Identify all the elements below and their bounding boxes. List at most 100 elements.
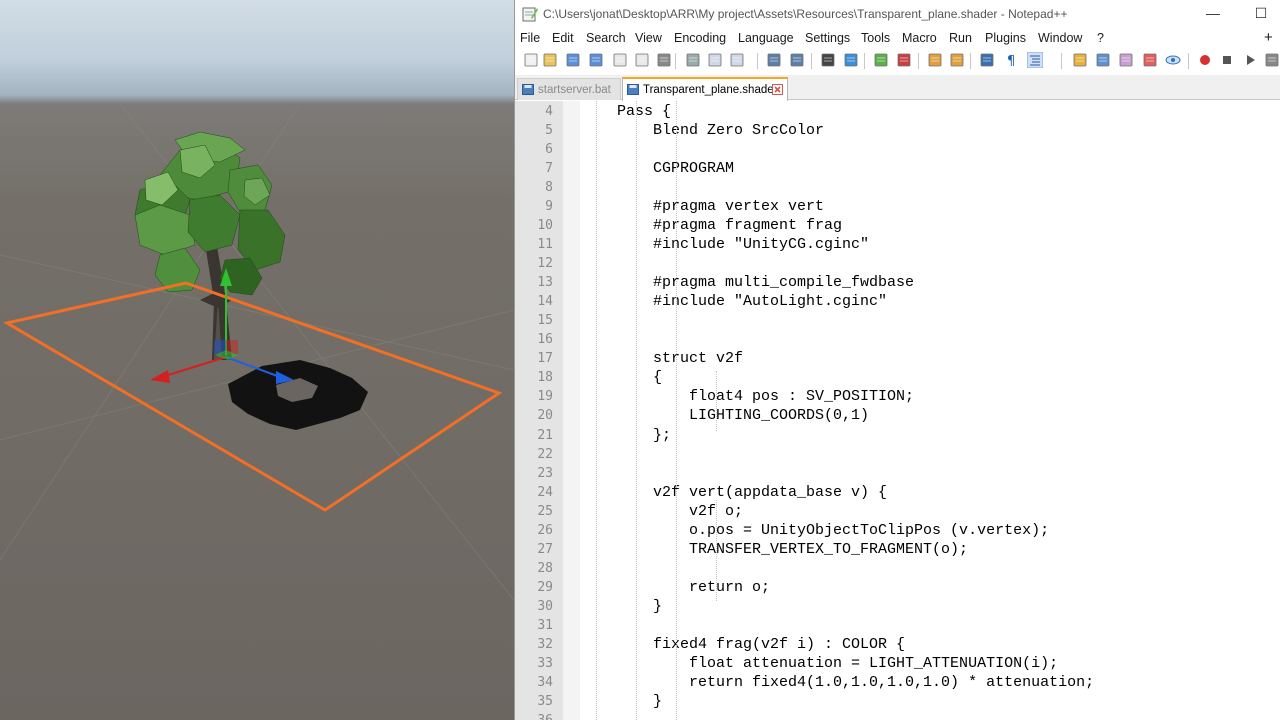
svg-text:¶: ¶ bbox=[1007, 54, 1015, 68]
code-line[interactable]: } bbox=[581, 693, 662, 710]
line-number: 13 bbox=[537, 275, 553, 291]
code-line[interactable]: #pragma multi_compile_fwdbase bbox=[581, 274, 914, 291]
code-line[interactable]: Blend Zero SrcColor bbox=[581, 122, 824, 139]
title-bar[interactable]: C:\Users\jonat\Desktop\ARR\My project\As… bbox=[515, 0, 1280, 30]
copy-icon[interactable] bbox=[707, 52, 723, 68]
code-line[interactable]: } bbox=[581, 598, 662, 615]
minimize-button[interactable]: — bbox=[1198, 4, 1228, 24]
menu-bar: File Edit Search View Encoding Language … bbox=[515, 29, 1280, 49]
close-icon[interactable] bbox=[612, 52, 628, 68]
show-all-chars-icon[interactable]: ¶ bbox=[1003, 52, 1019, 69]
line-number: 23 bbox=[537, 465, 553, 481]
new-file-icon[interactable] bbox=[523, 52, 539, 68]
menu-search[interactable]: Search bbox=[586, 31, 626, 45]
tree-model[interactable] bbox=[134, 131, 286, 360]
menu-macro[interactable]: Macro bbox=[902, 31, 937, 45]
close-tab-icon[interactable] bbox=[772, 84, 783, 95]
code-line[interactable]: return fixed4(1.0,1.0,1.0,1.0) * attenua… bbox=[581, 674, 1094, 691]
code-line[interactable]: #pragma vertex vert bbox=[581, 198, 824, 215]
redo-icon[interactable] bbox=[789, 52, 805, 68]
line-number: 15 bbox=[537, 313, 553, 329]
fold-margin[interactable] bbox=[563, 101, 580, 720]
add-tab-button[interactable]: + bbox=[1264, 29, 1273, 46]
doc-map-icon[interactable] bbox=[1095, 52, 1111, 68]
code-line[interactable]: #include "UnityCG.cginc" bbox=[581, 236, 869, 253]
menu-help[interactable]: ? bbox=[1097, 31, 1104, 45]
menu-run[interactable]: Run bbox=[949, 31, 972, 45]
scene-canvas[interactable] bbox=[0, 0, 514, 720]
code-line[interactable]: #include "AutoLight.cginc" bbox=[581, 293, 887, 310]
line-number: 19 bbox=[537, 389, 553, 405]
code-line[interactable]: { bbox=[581, 369, 662, 386]
code-line[interactable]: }; bbox=[581, 427, 671, 444]
tab-startserver[interactable]: startserver.bat bbox=[517, 78, 621, 100]
print-icon[interactable] bbox=[656, 52, 672, 68]
toolbar-separator bbox=[918, 53, 919, 69]
line-number: 20 bbox=[537, 408, 553, 424]
menu-window[interactable]: Window bbox=[1038, 31, 1082, 45]
gizmo-x-arrow-icon[interactable] bbox=[150, 370, 170, 383]
code-line[interactable]: Pass { bbox=[581, 103, 671, 120]
word-wrap-icon[interactable] bbox=[979, 52, 995, 68]
stop-macro-icon[interactable] bbox=[1219, 52, 1235, 68]
zoom-out-icon[interactable] bbox=[896, 52, 912, 68]
save-all-icon[interactable] bbox=[588, 52, 604, 68]
toolbar-separator bbox=[811, 53, 812, 69]
code-line[interactable]: LIGHTING_COORDS(0,1) bbox=[581, 407, 869, 424]
zoom-in-icon[interactable] bbox=[873, 52, 889, 68]
code-line[interactable]: #pragma fragment frag bbox=[581, 217, 842, 234]
menu-edit[interactable]: Edit bbox=[552, 31, 574, 45]
undo-icon[interactable] bbox=[766, 52, 782, 68]
line-number: 25 bbox=[537, 503, 553, 519]
maximize-button[interactable]: ☐ bbox=[1246, 4, 1276, 24]
toolbar-separator bbox=[970, 53, 971, 69]
close-all-icon[interactable] bbox=[634, 52, 650, 68]
code-line[interactable]: fixed4 frag(v2f i) : COLOR { bbox=[581, 636, 905, 653]
menu-language[interactable]: Language bbox=[738, 31, 794, 45]
code-line[interactable]: v2f vert(appdata_base v) { bbox=[581, 484, 887, 501]
sync-vertical-icon[interactable] bbox=[927, 52, 943, 68]
menu-view[interactable]: View bbox=[635, 31, 662, 45]
line-number: 11 bbox=[537, 237, 553, 253]
code-line[interactable]: float4 pos : SV_POSITION; bbox=[581, 388, 914, 405]
code-area[interactable]: Pass { Blend Zero SrcColor CGPROGRAM #pr… bbox=[581, 101, 1280, 720]
tree-shadow bbox=[228, 360, 368, 430]
folder-workspace-icon[interactable] bbox=[1142, 52, 1158, 68]
indent-guide-icon[interactable] bbox=[1026, 51, 1044, 69]
code-line[interactable]: TRANSFER_VERTEX_TO_FRAGMENT(o); bbox=[581, 541, 968, 558]
monitoring-icon[interactable] bbox=[1165, 52, 1181, 68]
notepadpp-window[interactable]: C:\Users\jonat\Desktop\ARR\My project\As… bbox=[514, 0, 1280, 720]
udl-icon[interactable] bbox=[1072, 52, 1088, 68]
find-icon[interactable] bbox=[820, 52, 836, 68]
code-line[interactable]: v2f o; bbox=[581, 503, 743, 520]
menu-plugins[interactable]: Plugins bbox=[985, 31, 1026, 45]
record-macro-icon[interactable] bbox=[1197, 52, 1213, 68]
paste-icon[interactable] bbox=[729, 52, 745, 68]
menu-tools[interactable]: Tools bbox=[861, 31, 890, 45]
open-file-icon[interactable] bbox=[542, 52, 558, 68]
code-line[interactable]: float attenuation = LIGHT_ATTENUATION(i)… bbox=[581, 655, 1058, 672]
code-line[interactable]: struct v2f bbox=[581, 350, 743, 367]
sync-horizontal-icon[interactable] bbox=[949, 52, 965, 68]
replace-icon[interactable] bbox=[843, 52, 859, 68]
tab-bar: startserver.bat Transparent_plane.shader bbox=[515, 75, 1280, 101]
code-line[interactable]: o.pos = UnityObjectToClipPos (v.vertex); bbox=[581, 522, 1049, 539]
toolbar-separator bbox=[1061, 53, 1062, 69]
menu-file[interactable]: File bbox=[520, 31, 540, 45]
code-editor[interactable]: 4 5 6 7 8 9 10 11 12 13 14 15 16 17 18 19 20 21 22 23 24 25 26… bbox=[515, 101, 1280, 720]
save-icon[interactable] bbox=[565, 52, 581, 68]
cut-icon[interactable] bbox=[685, 52, 701, 68]
unity-scene-view[interactable] bbox=[0, 0, 514, 720]
line-number: 12 bbox=[537, 256, 553, 272]
tab-transparent-plane-shader[interactable]: Transparent_plane.shader bbox=[622, 77, 788, 101]
play-macro-icon[interactable] bbox=[1242, 52, 1258, 68]
menu-settings[interactable]: Settings bbox=[805, 31, 850, 45]
run-macro-icon[interactable] bbox=[1264, 52, 1280, 68]
line-number: 5 bbox=[545, 123, 553, 139]
line-number: 17 bbox=[537, 351, 553, 367]
code-line[interactable]: CGPROGRAM bbox=[581, 160, 734, 177]
indent-guide bbox=[596, 101, 597, 720]
window-title: C:\Users\jonat\Desktop\ARR\My project\As… bbox=[543, 7, 1068, 21]
function-list-icon[interactable] bbox=[1118, 52, 1134, 68]
menu-encoding[interactable]: Encoding bbox=[674, 31, 726, 45]
